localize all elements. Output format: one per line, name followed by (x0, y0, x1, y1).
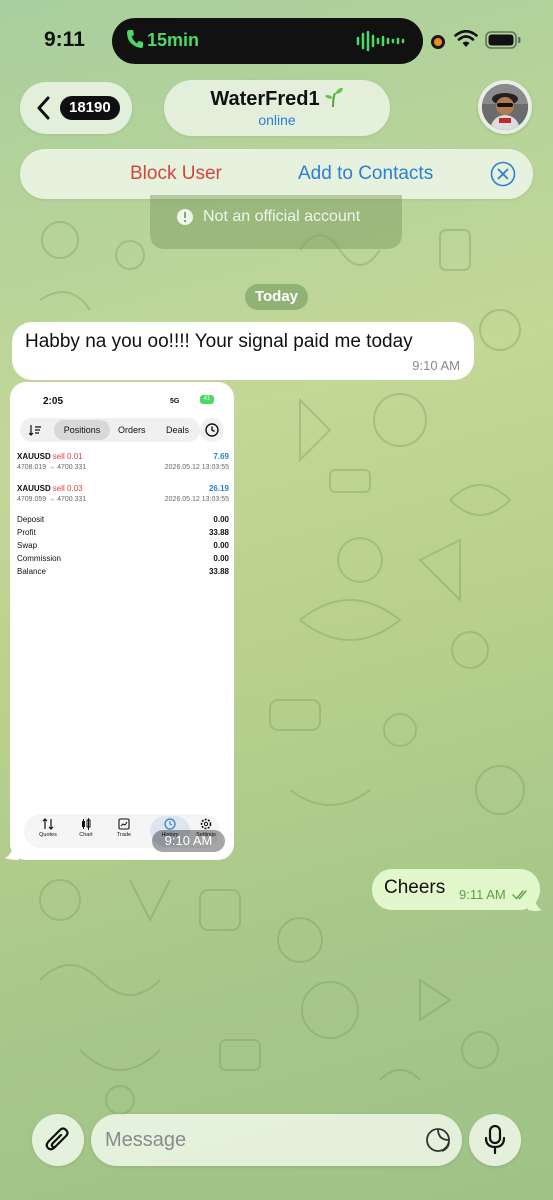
screenshot-tabs: Positions Orders Deals (20, 418, 200, 442)
message-time: 9:10 AM (412, 358, 460, 373)
trade-profit: 7.69 (213, 452, 229, 461)
chat-name: WaterFred1 (210, 88, 320, 110)
clock-icon (205, 423, 219, 437)
screenshot-tab-deals: Deals (166, 425, 190, 435)
chevron-left-icon (37, 96, 50, 120)
trade-date: 2026.05.12 13:03:55 (164, 464, 229, 471)
official-account-notice: Not an official account (150, 195, 402, 249)
summary-value: 0.00 (213, 554, 229, 563)
chart-icon (82, 818, 91, 830)
trade-symbol: XAUUSD (17, 484, 51, 493)
trade-symbol: XAUUSD (17, 452, 51, 461)
summary-label: Profit (17, 528, 36, 537)
summary-value: 0.00 (213, 541, 229, 550)
screenshot-network: 5G (170, 398, 180, 405)
screenshot-tab-positions: Positions (54, 420, 110, 440)
chat-status: online (258, 112, 296, 128)
avatar[interactable] (478, 80, 532, 134)
screenshot-nav-chart: Chart (70, 818, 102, 838)
dynamic-island[interactable]: 15min (112, 18, 423, 64)
microphone-icon (484, 1125, 506, 1155)
audio-wave-icon (356, 30, 405, 52)
quotes-icon (42, 818, 54, 830)
status-time: 9:11 (44, 28, 85, 51)
summary-row: Swap 0.00 (17, 541, 229, 553)
contact-action-bar: Block User Add to Contacts (20, 149, 533, 199)
trade-date: 2026.05.12 13:03:55 (164, 496, 229, 503)
settings-icon (200, 818, 212, 830)
microphone-button[interactable] (469, 1114, 521, 1166)
block-user-button[interactable]: Block User (130, 163, 222, 185)
summary-value: 33.88 (208, 528, 229, 537)
screenshot-nav-trade: Trade (108, 818, 140, 838)
trade-prices: 4708.019 → 4700.331 (17, 464, 87, 471)
summary-label: Deposit (17, 515, 45, 524)
unread-badge: 18190 (60, 96, 120, 120)
profile-photo-icon (482, 84, 528, 130)
screenshot-history-button (200, 418, 224, 442)
attach-button[interactable] (32, 1114, 84, 1166)
call-duration: 15min (147, 30, 200, 50)
trade-prices: 4709.059 → 4700.331 (17, 496, 87, 503)
incoming-photo-message[interactable]: 2:05 5G 41 Positions Orders Deals XAUUSD… (10, 382, 234, 860)
bubble-tail (528, 892, 542, 911)
summary-row: Balance 33.88 (17, 567, 229, 579)
message-text: Habby na you oo!!!! Your signal paid me … (25, 331, 413, 352)
trade-profit: 26.19 (208, 484, 229, 493)
recording-indicator (431, 35, 445, 49)
trade-icon (118, 818, 130, 830)
screenshot-nav-quotes: Quotes (32, 818, 64, 838)
trade-side: sell 0.01 (52, 452, 83, 461)
add-to-contacts-button[interactable]: Add to Contacts (298, 163, 433, 185)
notice-text: Not an official account (203, 208, 361, 225)
message-input[interactable] (105, 1126, 405, 1154)
paperclip-icon (45, 1127, 69, 1151)
nav-label: Quotes (39, 832, 57, 838)
bubble-tail (5, 840, 19, 860)
sort-icon (29, 425, 41, 436)
summary-label: Swap (17, 541, 38, 550)
summary-value: 0.00 (213, 515, 229, 524)
nav-label: Chart (79, 832, 93, 838)
sprout-emoji-icon (324, 87, 343, 108)
screenshot-battery: 41 (200, 395, 214, 404)
info-icon (177, 209, 193, 225)
trade-side: sell 0.03 (52, 484, 83, 493)
summary-row: Profit 33.88 (17, 528, 229, 540)
sticker-icon[interactable] (425, 1127, 451, 1153)
summary-value: 33.88 (208, 567, 229, 576)
message-time: 9:11 AM (459, 887, 506, 902)
photo-time: 9:10 AM (152, 830, 225, 852)
summary-row: Commission 0.00 (17, 554, 229, 566)
summary-label: Balance (17, 567, 46, 576)
incoming-message[interactable]: Habby na you oo!!!! Your signal paid me … (12, 322, 474, 380)
screenshot-tab-orders: Orders (118, 425, 146, 435)
screenshot-status-time: 2:05 (43, 396, 64, 407)
phone-icon (127, 30, 143, 48)
message-input-container (91, 1114, 462, 1166)
battery-icon (485, 31, 521, 49)
summary-label: Commission (17, 554, 62, 563)
back-button[interactable]: 18190 (20, 82, 132, 134)
screenshot-trade-row: XAUUSD sell 0.01 7.69 4708.019 → 4700.331… (17, 452, 229, 478)
outgoing-message[interactable]: Cheers 9:11 AM (372, 869, 540, 910)
summary-row: Deposit 0.00 (17, 515, 229, 527)
status-bar: 9:11 15min (0, 0, 553, 80)
close-icon[interactable] (490, 161, 516, 187)
wifi-icon (454, 30, 478, 47)
message-text: Cheers (384, 877, 446, 898)
screenshot-trade-row: XAUUSD sell 0.03 26.19 4709.059 → 4700.33… (17, 484, 229, 510)
history-icon (164, 818, 176, 830)
nav-label: Trade (116, 832, 132, 838)
date-separator: Today (245, 284, 308, 310)
chat-header[interactable]: WaterFred1 online (164, 80, 390, 136)
